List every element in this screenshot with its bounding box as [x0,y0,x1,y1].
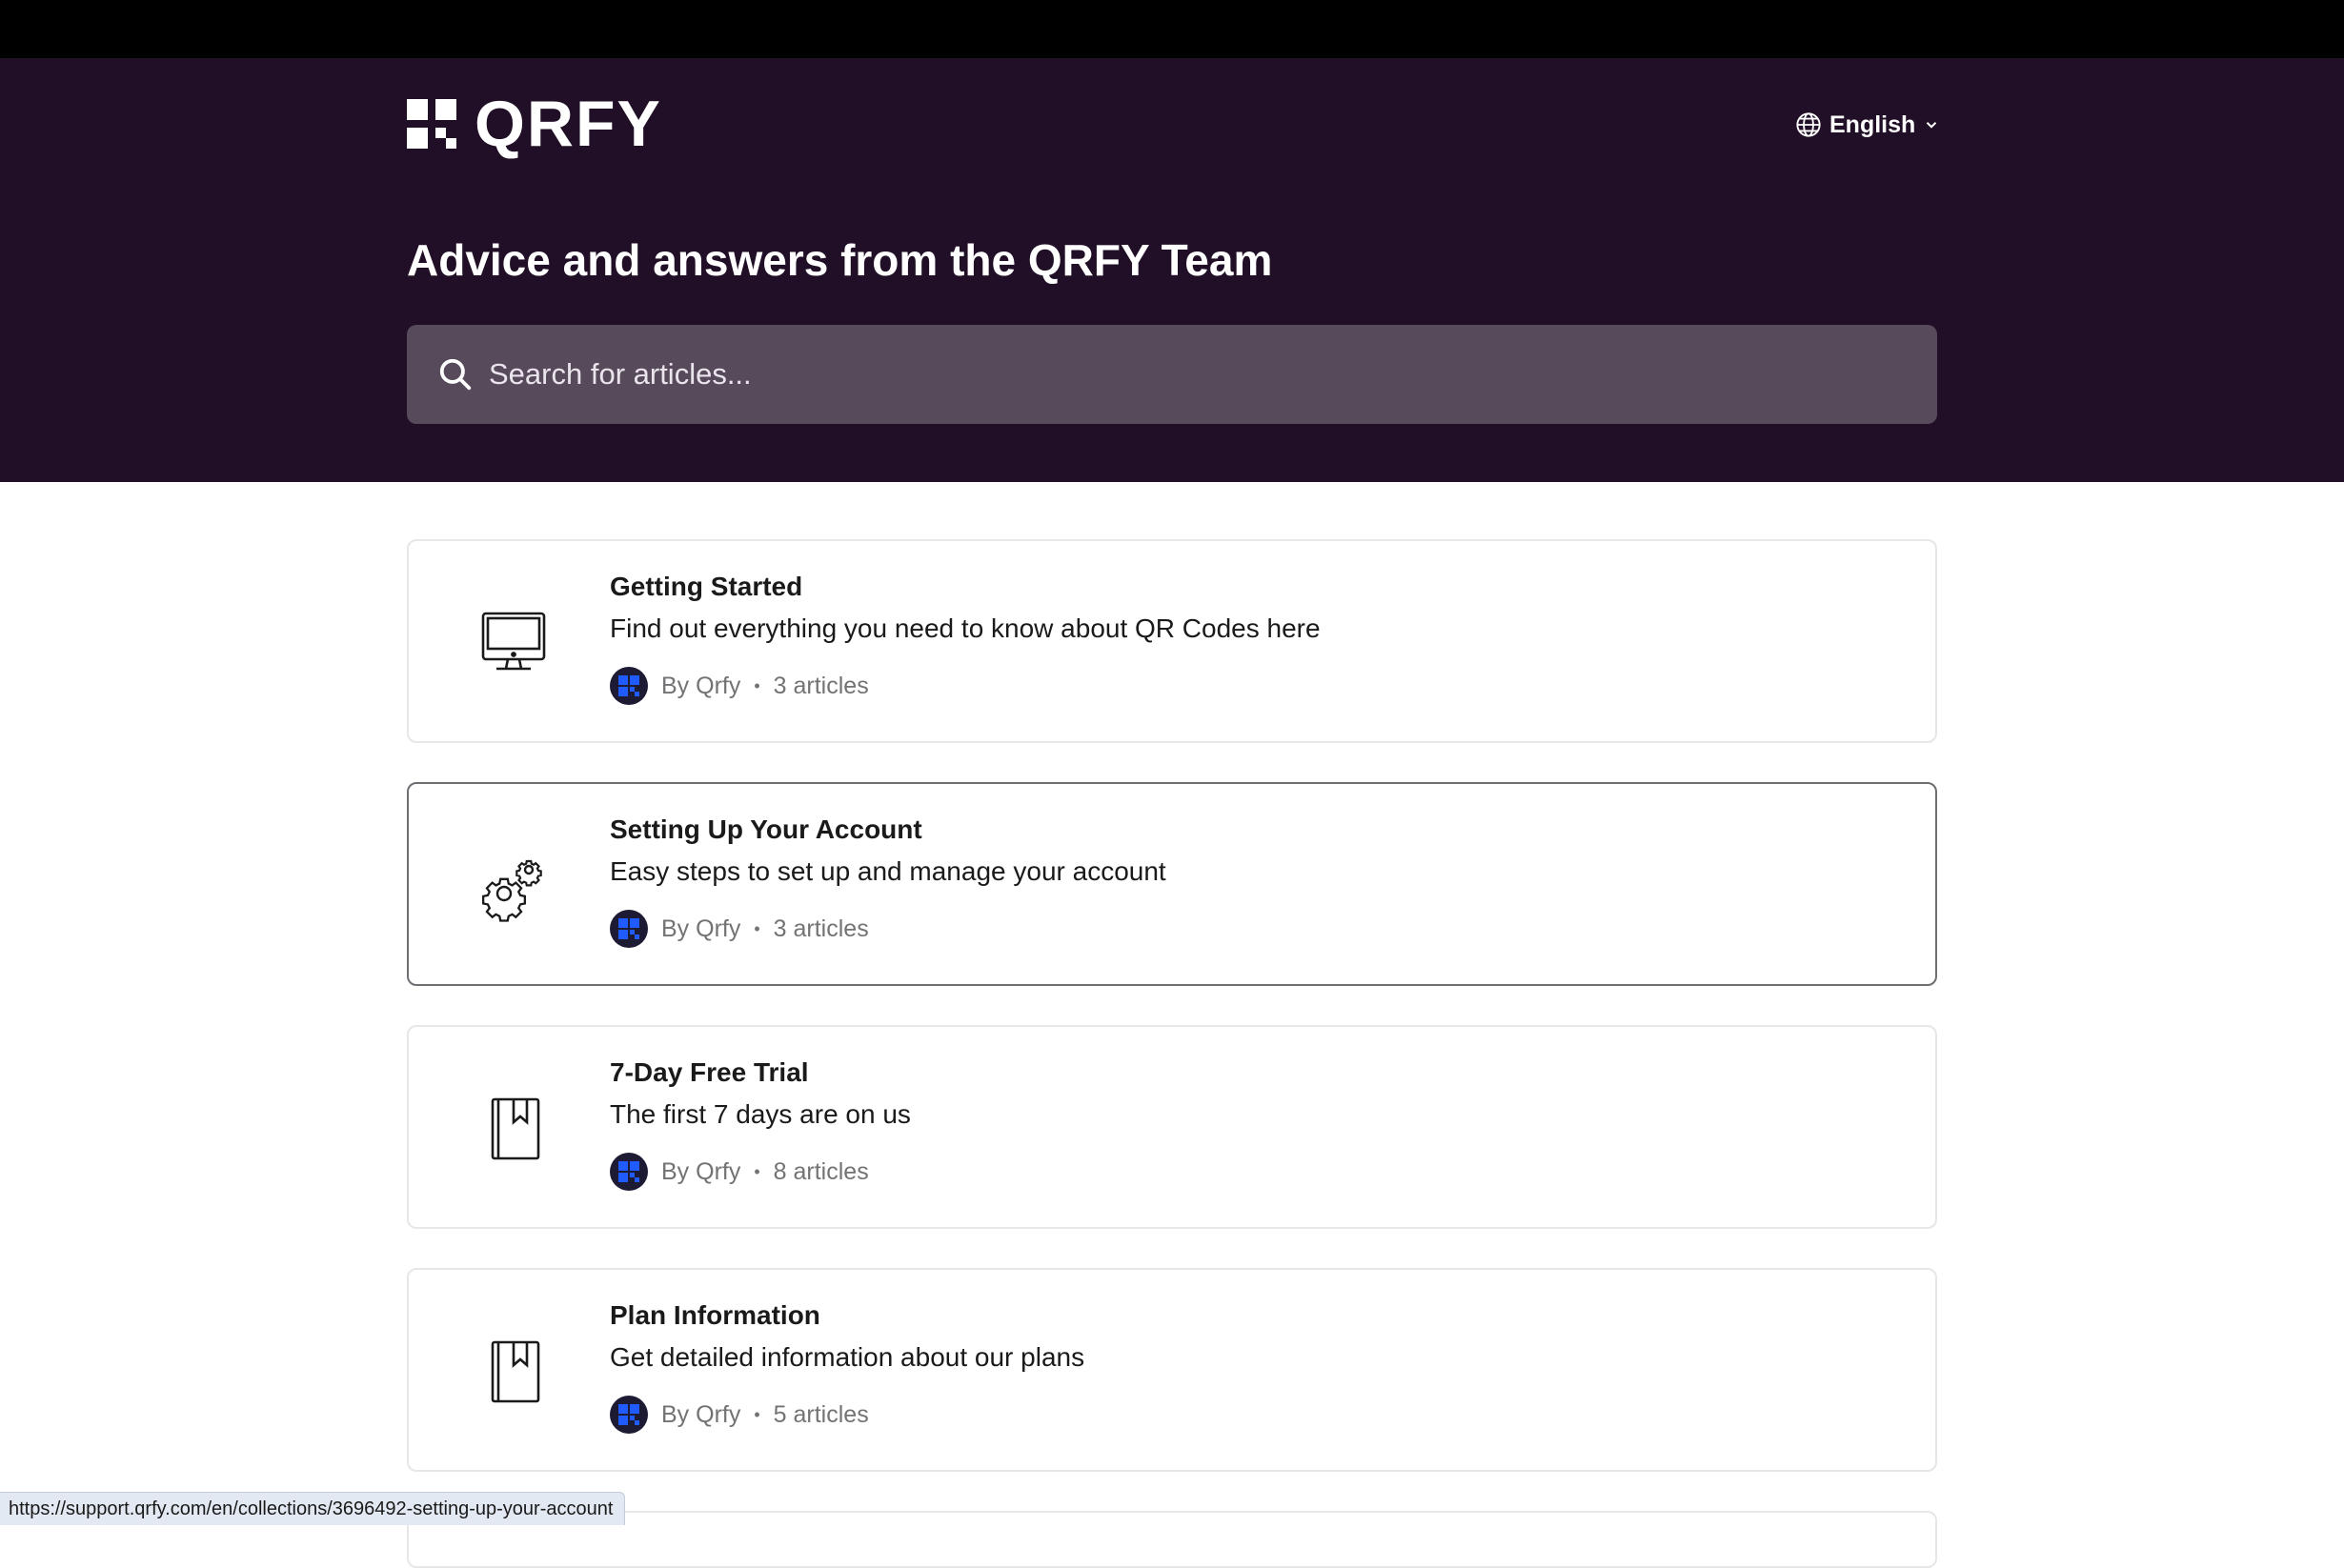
author-avatar [610,1396,648,1434]
collection-title: 7-Day Free Trial [610,1057,809,1087]
collection-article-count: 3 articles [773,915,869,942]
collection-author: By Qrfy [661,1400,741,1428]
logo-mark-icon [407,99,456,149]
collection-article-count: 5 articles [773,1400,869,1428]
collection-author: By Qrfy [661,672,741,699]
logo-text: QRFY [475,88,662,160]
globe-icon [1796,112,1821,137]
meta-separator: • [754,1404,760,1424]
collection-card-setting-up-account[interactable]: Setting Up Your Account Easy steps to se… [407,782,1937,986]
collection-card-free-trial[interactable]: 7-Day Free Trial The first 7 days are on… [407,1025,1937,1229]
collection-card-plan-information[interactable]: Plan Information Get detailed informatio… [407,1268,1937,1472]
qrfy-logo[interactable]: QRFY [407,88,662,160]
collection-description: Find out everything you need to know abo… [610,613,1321,643]
collection-article-count: 8 articles [773,1157,869,1185]
collection-description: The first 7 days are on us [610,1099,911,1129]
collection-meta: By Qrfy • 5 articles [610,1396,869,1434]
bookmark-book-icon [491,1340,540,1403]
collection-meta: By Qrfy • 3 articles [610,910,869,948]
collection-title: Setting Up Your Account [610,814,922,844]
browser-top-bar [0,0,2344,58]
gears-icon [482,859,542,922]
search-input[interactable] [487,356,1920,392]
language-selector[interactable]: English [1795,108,1940,142]
search-bar[interactable] [407,325,1937,424]
monitor-icon [481,612,546,671]
collection-description: Get detailed information about our plans [610,1342,1085,1372]
link-preview-url: https://support.qrfy.com/en/collections/… [0,1492,626,1525]
bookmark-book-icon [491,1097,540,1160]
collection-card-getting-started[interactable]: Getting Started Find out everything you … [407,539,1937,743]
collection-card-partial[interactable] [407,1511,1937,1568]
meta-separator: • [754,918,760,938]
collection-article-count: 3 articles [773,672,869,699]
author-avatar [610,1153,648,1191]
language-label: English [1829,111,1916,138]
collection-meta: By Qrfy • 8 articles [610,1153,869,1191]
collection-meta: By Qrfy • 3 articles [610,667,869,705]
collection-author: By Qrfy [661,1157,741,1185]
author-avatar [610,910,648,948]
collection-title: Getting Started [610,572,803,601]
page-title: Advice and answers from the QRFY Team [407,235,1273,285]
collection-description: Easy steps to set up and manage your acc… [610,856,1166,886]
chevron-down-icon [1927,122,1937,129]
meta-separator: • [754,1161,760,1181]
author-avatar [610,667,648,705]
collection-title: Plan Information [610,1300,820,1330]
search-icon [439,358,472,391]
meta-separator: • [754,675,760,695]
collection-author: By Qrfy [661,915,741,942]
